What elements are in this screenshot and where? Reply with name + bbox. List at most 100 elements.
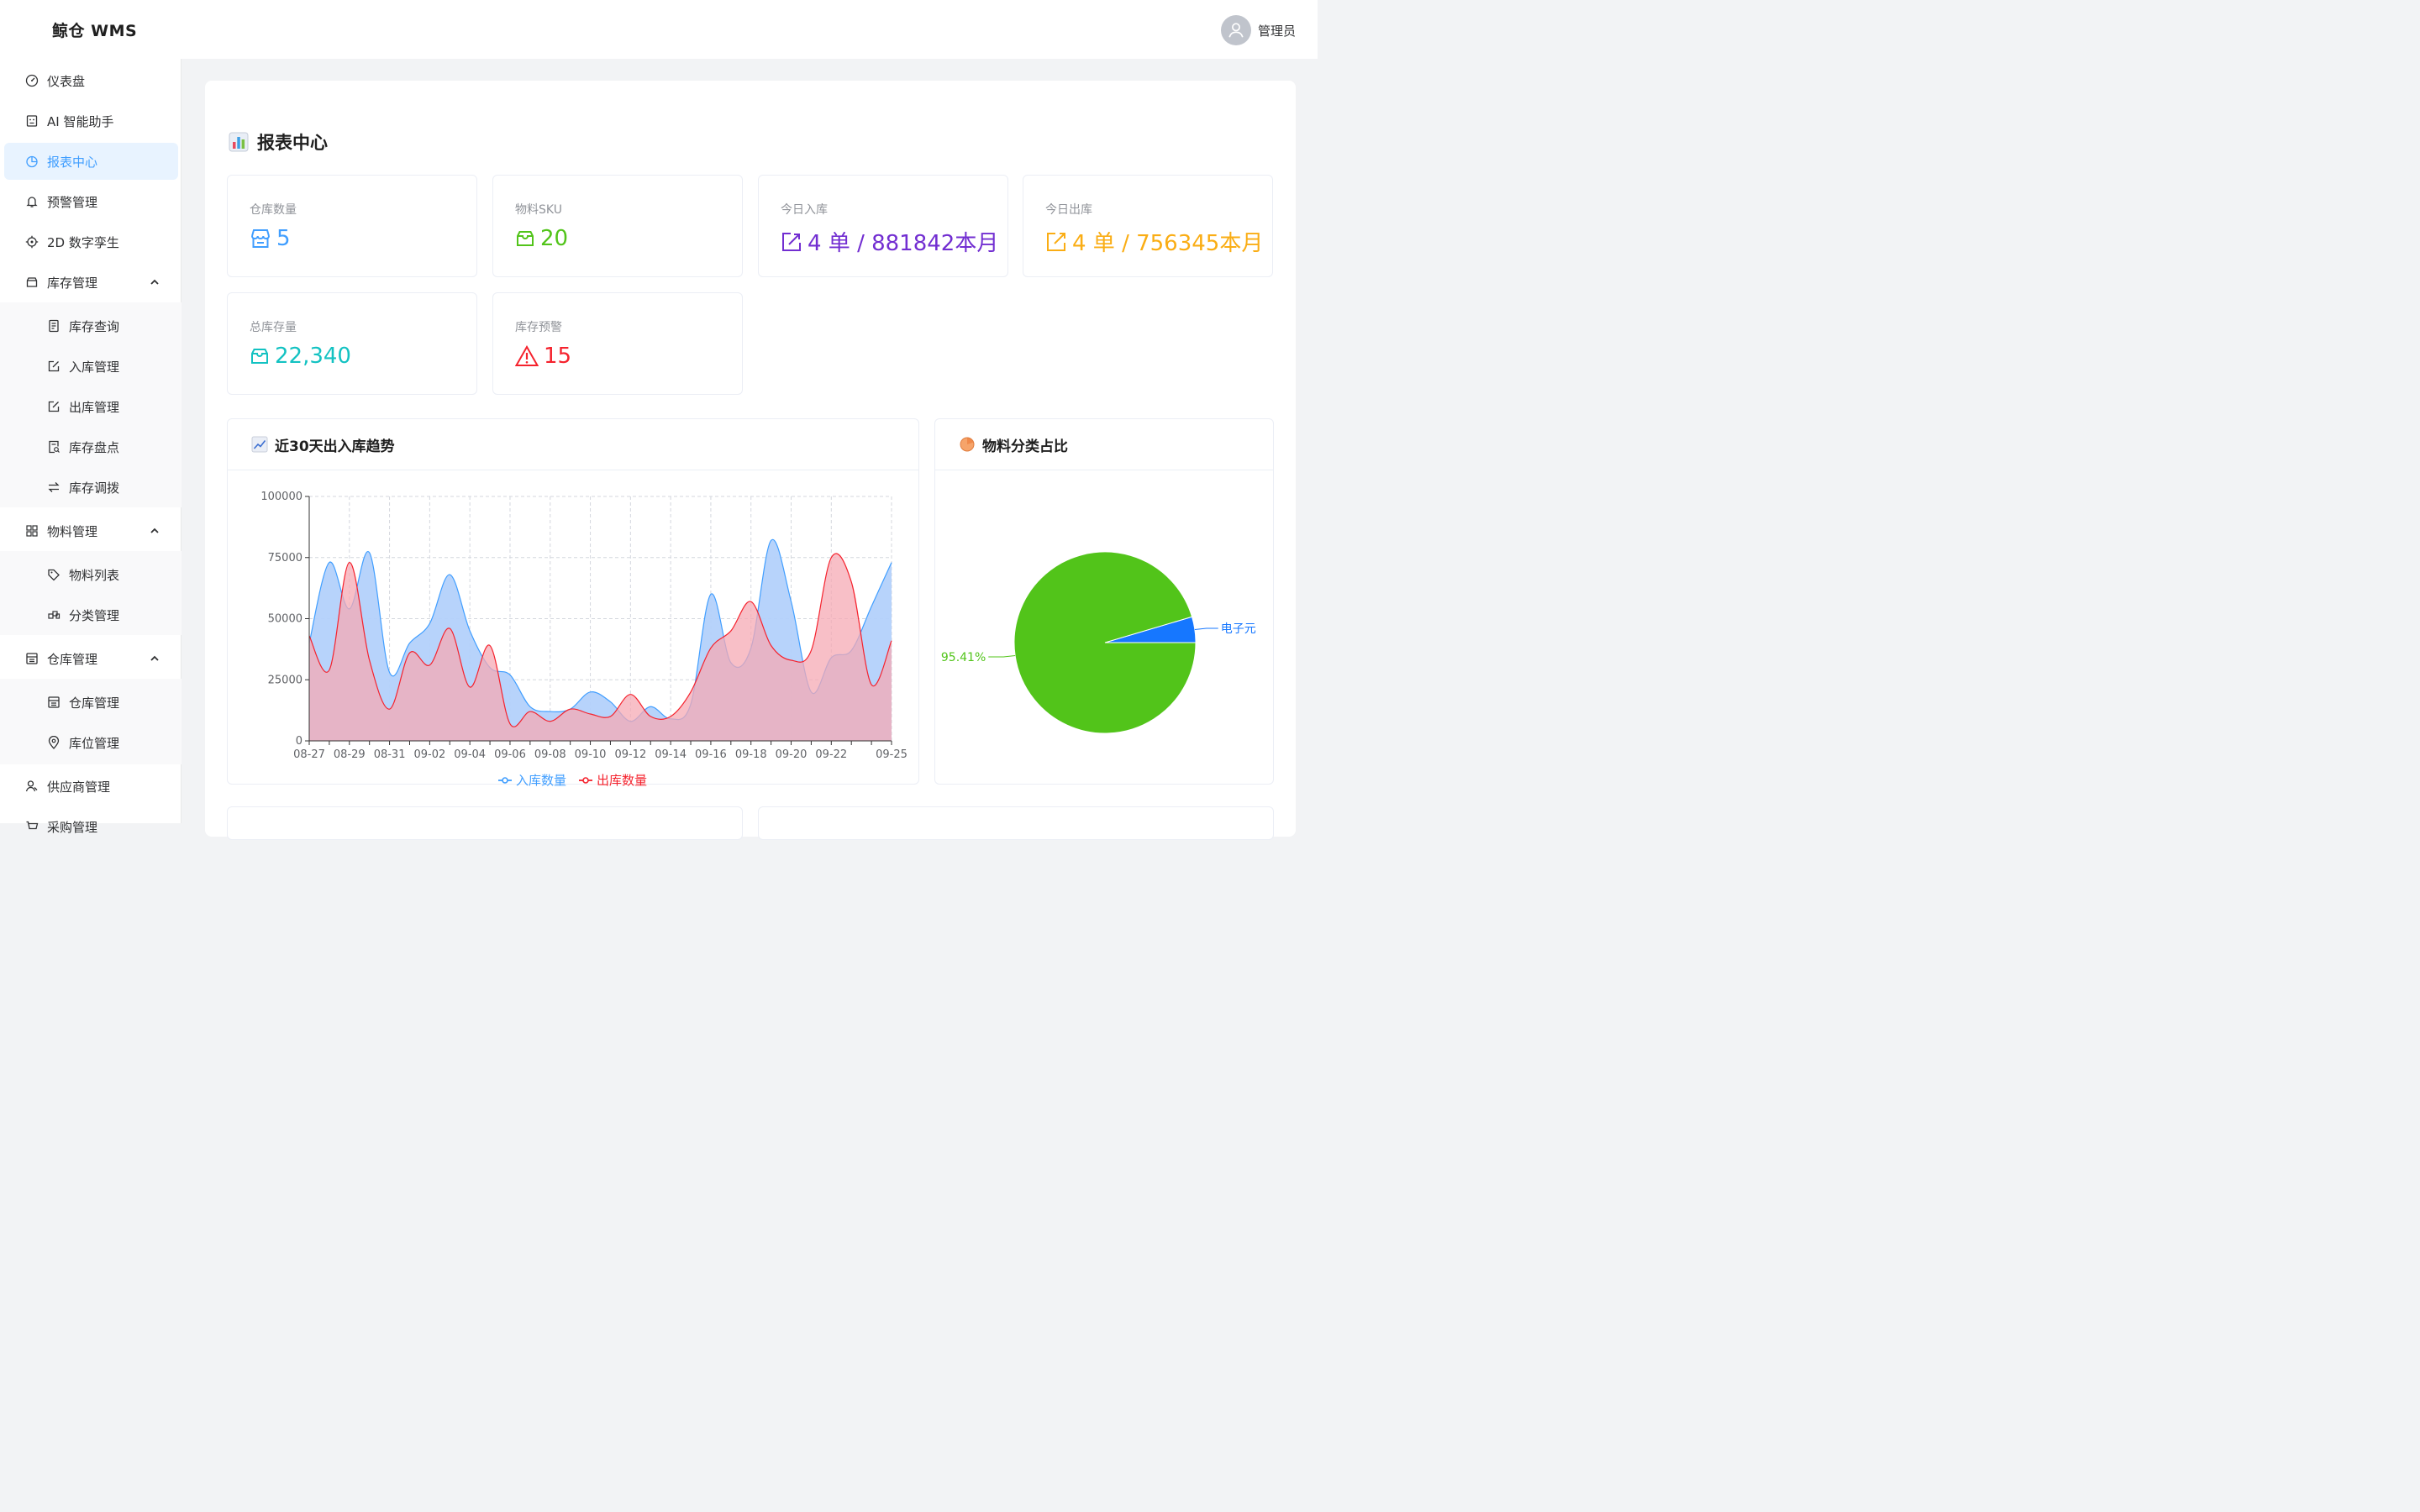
- legend-label: 出库数量: [597, 773, 648, 788]
- document-search-icon: [47, 440, 60, 454]
- stat-number: 15: [544, 344, 572, 369]
- chevron-up-icon[interactable]: [150, 277, 160, 287]
- pie-label: 95.41%: [941, 651, 986, 664]
- sidebar-item-label: 仪表盘: [47, 73, 86, 89]
- stat-card-inbound-today: 今日入库 4 单 / 881842本月: [758, 175, 1008, 277]
- stat-label: 今日入库: [781, 203, 828, 217]
- y-tick-label: 0: [296, 735, 302, 748]
- box-icon: [517, 231, 534, 246]
- y-tick-label: 50000: [268, 613, 302, 626]
- x-tick-label: 09-22: [815, 748, 847, 761]
- page-title: 报表中心: [229, 129, 328, 155]
- warehouses-submenu: 仓库管理 库位管理: [0, 679, 182, 764]
- bell-icon: [25, 195, 39, 208]
- user-menu[interactable]: 管理员: [1220, 15, 1296, 45]
- sidebar-item-stock-query[interactable]: 库存查询: [0, 306, 182, 346]
- pie-chart-icon: [25, 155, 39, 168]
- document-icon: [47, 319, 60, 333]
- legend-marker-icon: [579, 776, 593, 784]
- category-pie-panel: 物料分类占比 电子元 95.41%: [934, 418, 1274, 785]
- panel-header: 物料分类占比: [935, 419, 1273, 470]
- x-tick-label: 09-08: [534, 748, 566, 761]
- sidebar-item-dashboard[interactable]: 仪表盘: [0, 60, 182, 101]
- sidebar-item-label: 预警管理: [47, 194, 98, 210]
- edit-icon: [782, 232, 801, 251]
- edit-icon: [47, 400, 60, 413]
- sidebar-item-reports[interactable]: 报表中心: [4, 143, 178, 180]
- location-icon: [47, 736, 60, 749]
- chevron-up-icon[interactable]: [150, 654, 160, 664]
- sidebar-item-label: 入库管理: [69, 359, 120, 375]
- sidebar-item-outbound[interactable]: 出库管理: [0, 386, 182, 427]
- sidebar-item-label: 库存查询: [69, 318, 120, 334]
- user-name[interactable]: 管理员: [1258, 22, 1296, 39]
- sidebar-item-material-list[interactable]: 物料列表: [0, 554, 182, 595]
- category-icon: [47, 608, 60, 622]
- top-header: 鲸仓 WMS 管理员: [0, 0, 1318, 59]
- sidebar-item-stocktake[interactable]: 库存盘点: [0, 427, 182, 467]
- sidebar-item-inbound[interactable]: 入库管理: [0, 346, 182, 386]
- sidebar-item-locations[interactable]: 库位管理: [0, 722, 182, 763]
- sidebar-item-categories[interactable]: 分类管理: [0, 595, 182, 635]
- sidebar-item-inventory[interactable]: 库存管理: [0, 262, 182, 302]
- sidebar-item-label: 2D 数字孪生: [47, 234, 119, 250]
- stat-label: 今日出库: [1045, 203, 1092, 217]
- stat-value: 22,340: [250, 344, 351, 369]
- sidebar-item-warehouse-manage[interactable]: 仓库管理: [0, 682, 182, 722]
- sidebar-item-digital-twin[interactable]: 2D 数字孪生: [0, 222, 182, 262]
- sidebar-item-transfer[interactable]: 库存调拨: [0, 467, 182, 507]
- legend-item-inbound[interactable]: 入库数量: [497, 771, 566, 789]
- stat-label: 总库存量: [250, 321, 297, 334]
- panel-title: 近30天出入库趋势: [275, 438, 395, 455]
- user-avatar-icon: [1228, 23, 1244, 38]
- stat-card-outbound-today: 今日出库 4 单 / 756345本月: [1023, 175, 1273, 277]
- warning-icon: [515, 345, 539, 366]
- sidebar-item-label: 库存盘点: [69, 439, 120, 455]
- sidebar-item-purchasing[interactable]: 采购管理: [0, 806, 182, 847]
- sidebar-item-label: 采购管理: [47, 819, 98, 835]
- chevron-up-icon[interactable]: [150, 526, 160, 536]
- legend-label: 入库数量: [516, 773, 567, 788]
- pie-label-line: [988, 655, 1016, 658]
- y-tick-label: 100000: [260, 491, 302, 503]
- sidebar-item-label: 仓库管理: [69, 695, 120, 711]
- sidebar-item-label: 供应商管理: [47, 779, 111, 795]
- x-tick-label: 09-02: [413, 748, 445, 761]
- stat-label: 物料SKU: [515, 203, 562, 217]
- avatar[interactable]: [1220, 15, 1251, 45]
- sidebar-item-label: 报表中心: [47, 154, 98, 170]
- inbox-icon: [251, 349, 268, 364]
- sidebar-item-ai-assistant[interactable]: AI 智能助手: [0, 101, 182, 141]
- y-tick-label: 25000: [268, 674, 302, 686]
- trend-legend: 入库数量 出库数量: [497, 771, 647, 789]
- sidebar-item-materials[interactable]: 物料管理: [0, 511, 182, 551]
- shop-icon: [251, 229, 270, 248]
- sidebar-item-warehouses[interactable]: 仓库管理: [0, 638, 182, 679]
- inventory-submenu: 库存查询 入库管理 出库管理 库存盘点 库存调拨: [0, 302, 182, 507]
- app-logo[interactable]: 鲸仓 WMS: [52, 18, 137, 41]
- bar-chart-emoji-icon: [229, 132, 249, 152]
- materials-submenu: 物料列表 分类管理: [0, 551, 182, 635]
- pie-emoji-icon: [960, 437, 975, 452]
- sidebar-item-alerts[interactable]: 预警管理: [0, 181, 182, 222]
- stat-number: 22,340: [275, 344, 351, 369]
- stat-card-total-stock: 总库存量 22,340: [227, 292, 477, 395]
- stat-value: 20: [515, 226, 568, 251]
- grid-icon: [25, 524, 39, 538]
- sidebar-item-label: 库存管理: [47, 275, 98, 291]
- stat-value: 5: [250, 226, 291, 251]
- legend-marker-icon: [498, 776, 512, 784]
- robot-icon: [25, 114, 39, 128]
- x-tick-label: 09-16: [695, 748, 727, 761]
- legend-item-outbound[interactable]: 出库数量: [578, 771, 647, 789]
- warehouse-icon: [47, 696, 60, 709]
- sidebar-item-label: 出库管理: [69, 399, 120, 415]
- sidebar-item-suppliers[interactable]: 供应商管理: [0, 766, 182, 806]
- x-tick-label: 09-06: [494, 748, 526, 761]
- sidebar-item-label: 分类管理: [69, 607, 120, 623]
- sidebar-item-label: 物料管理: [47, 523, 98, 539]
- x-tick-label: 08-31: [374, 748, 406, 761]
- panel-header: 近30天出入库趋势: [228, 419, 918, 470]
- cart-icon: [25, 820, 39, 833]
- y-tick-label: 75000: [268, 552, 302, 564]
